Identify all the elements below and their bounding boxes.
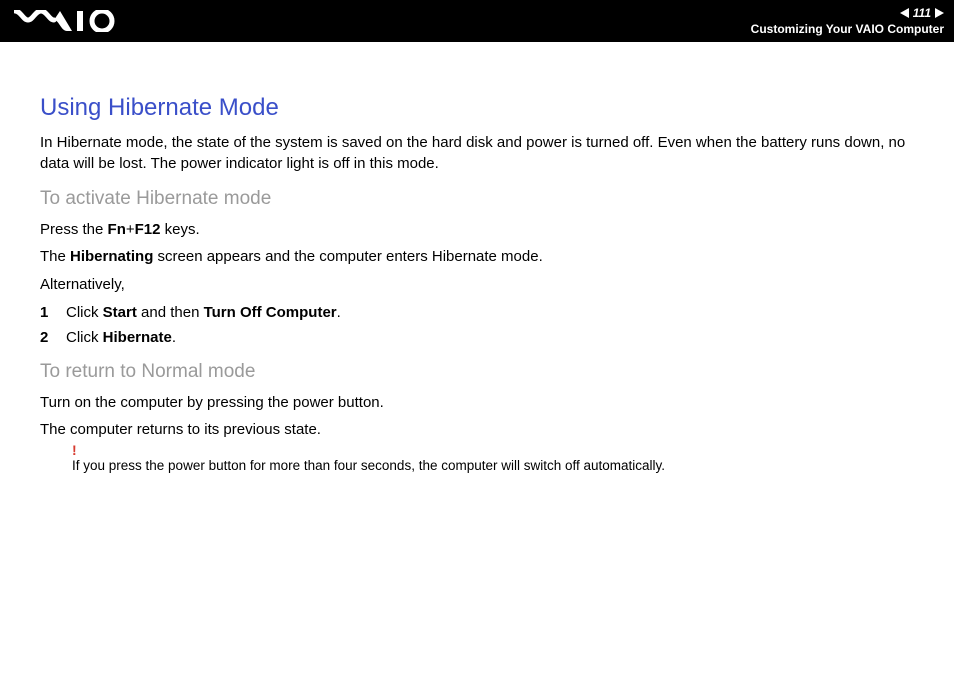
- text: The: [40, 248, 70, 265]
- activate-steps: 1 Click Start and then Turn Off Computer…: [40, 300, 914, 351]
- turn-off-word: Turn Off Computer: [204, 304, 337, 321]
- text: Press the: [40, 221, 108, 238]
- prev-page-arrow-icon[interactable]: [900, 8, 909, 18]
- step-text: Click Start and then Turn Off Computer.: [66, 300, 341, 326]
- page-number: 111: [913, 5, 931, 21]
- key-fn: Fn: [108, 221, 126, 238]
- hibernating-word: Hibernating: [70, 248, 153, 265]
- step-number: 1: [40, 300, 66, 326]
- text: screen appears and the computer enters H…: [153, 248, 542, 265]
- text: .: [337, 304, 341, 321]
- start-word: Start: [103, 304, 137, 321]
- vaio-logo-svg: [14, 10, 124, 32]
- text: keys.: [160, 221, 199, 238]
- section-title: Customizing Your VAIO Computer: [751, 21, 944, 37]
- exclamation-icon: !: [72, 441, 77, 461]
- activate-line-1: Press the Fn+F12 keys.: [40, 218, 914, 241]
- step-2: 2 Click Hibernate.: [40, 325, 914, 351]
- intro-paragraph: In Hibernate mode, the state of the syst…: [40, 132, 914, 174]
- text: +: [126, 221, 135, 238]
- note-text: If you press the power button for more t…: [72, 458, 665, 473]
- page-content: Using Hibernate Mode In Hibernate mode, …: [0, 42, 954, 476]
- header-right: 111 Customizing Your VAIO Computer: [751, 5, 944, 37]
- activate-line-2: The Hibernating screen appears and the c…: [40, 245, 914, 268]
- return-line-1: Turn on the computer by pressing the pow…: [40, 391, 914, 414]
- text: .: [172, 329, 176, 346]
- text: Click: [66, 329, 103, 346]
- step-1: 1 Click Start and then Turn Off Computer…: [40, 300, 914, 326]
- key-f12: F12: [135, 221, 161, 238]
- header-bar: 111 Customizing Your VAIO Computer: [0, 0, 954, 42]
- alternatively-line: Alternatively,: [40, 273, 914, 296]
- warning-note: ! If you press the power button for more…: [40, 457, 914, 476]
- text: and then: [137, 304, 204, 321]
- hibernate-word: Hibernate: [103, 329, 172, 346]
- page-navigation: 111: [900, 5, 944, 21]
- return-heading: To return to Normal mode: [40, 361, 914, 383]
- next-page-arrow-icon[interactable]: [935, 8, 944, 18]
- activate-heading: To activate Hibernate mode: [40, 188, 914, 210]
- text: Click: [66, 304, 103, 321]
- vaio-logo: [14, 10, 124, 32]
- step-text: Click Hibernate.: [66, 325, 176, 351]
- step-number: 2: [40, 325, 66, 351]
- return-line-2: The computer returns to its previous sta…: [40, 418, 914, 441]
- page-title: Using Hibernate Mode: [40, 94, 914, 122]
